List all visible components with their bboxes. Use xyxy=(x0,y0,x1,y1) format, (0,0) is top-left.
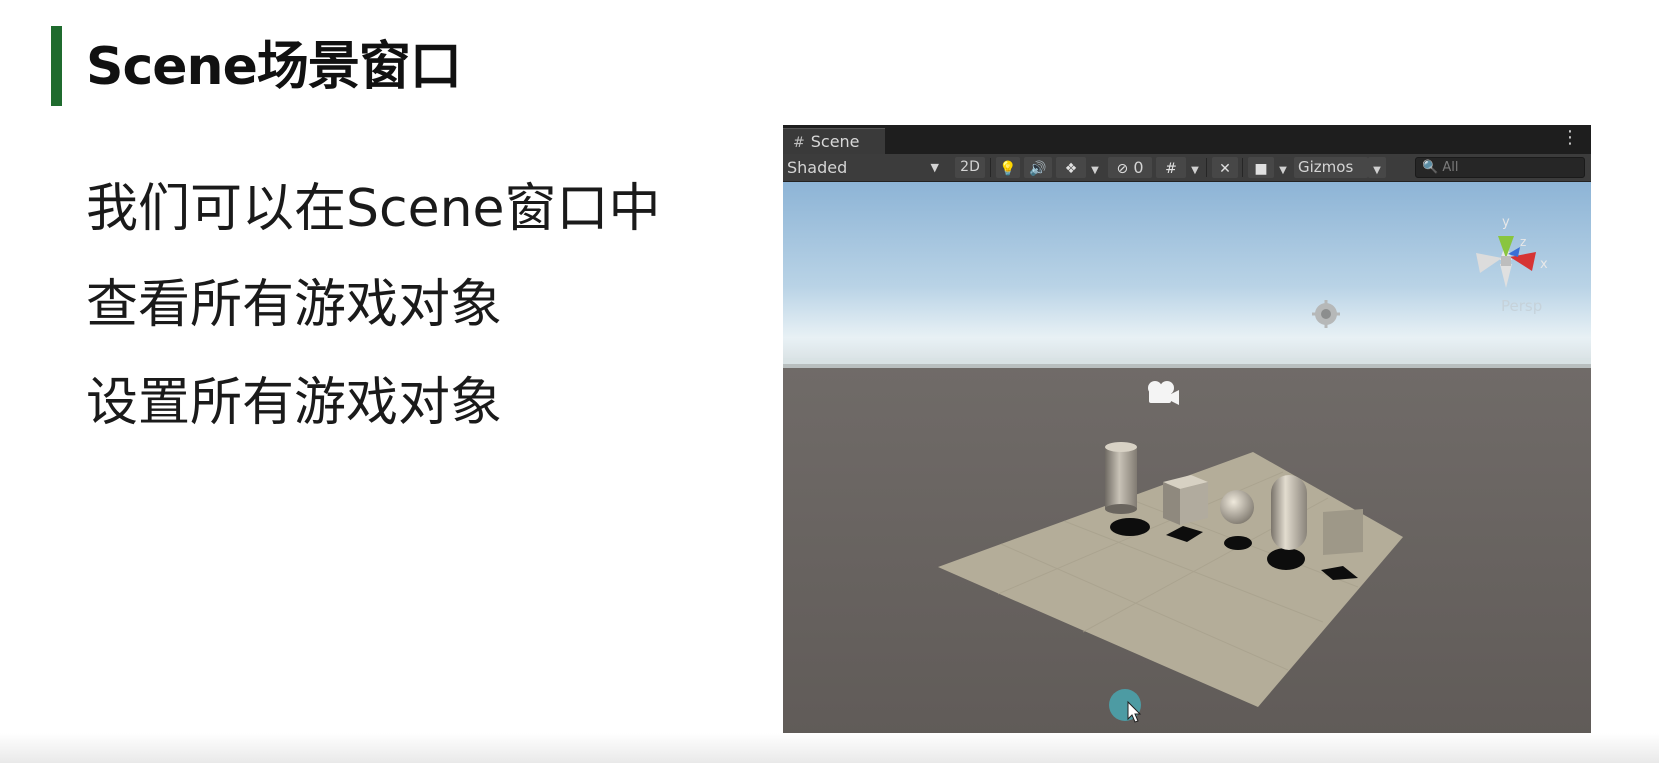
bullet-3: 设置所有游戏对象 xyxy=(86,373,503,433)
kebab-menu-icon[interactable]: ⋮ xyxy=(1561,128,1579,148)
effects-dropdown[interactable]: ▼ xyxy=(1088,157,1102,178)
hidden-count: 0 xyxy=(1133,158,1144,177)
effects-icon: ❖ xyxy=(1064,161,1078,177)
chevron-down-icon: ▼ xyxy=(930,161,939,174)
title-accent-bar xyxy=(51,26,62,106)
scene-window: # Scene ⋮ Shaded ▼ 2D 💡 🔊 ❖ ▼ ⊘ 0 # ▼ ✕ ■… xyxy=(783,125,1591,763)
scene-viewport[interactable]: y x z Persp xyxy=(783,182,1591,763)
toolbar-divider xyxy=(1242,158,1243,177)
quad-object xyxy=(1323,509,1363,555)
camera-settings-button[interactable]: ■ xyxy=(1248,157,1274,178)
tools-toggle[interactable]: ✕ xyxy=(1212,157,1238,178)
grid-dropdown[interactable]: ▼ xyxy=(1188,157,1202,178)
toolbar-divider xyxy=(1206,158,1207,177)
cylinder-object xyxy=(1105,442,1137,514)
visibility-icon: ⊘ xyxy=(1116,161,1129,177)
chevron-down-icon: ▼ xyxy=(1091,165,1099,176)
gizmos-dropdown[interactable]: ▼ xyxy=(1368,157,1386,178)
draw-mode-label: Shaded xyxy=(787,158,848,177)
axis-z-label: z xyxy=(1520,235,1526,249)
lighting-toggle[interactable]: 💡 xyxy=(996,157,1020,178)
chevron-down-icon: ▼ xyxy=(1279,165,1287,176)
cube-object xyxy=(1163,475,1208,525)
axis-y-label: y xyxy=(1502,215,1510,230)
axis-x-label: x xyxy=(1540,257,1548,272)
slide-title: Scene场景窗口 xyxy=(86,37,462,97)
bullet-2: 查看所有游戏对象 xyxy=(86,275,503,335)
audio-icon: 🔊 xyxy=(1029,161,1047,177)
effects-toggle[interactable]: ❖ xyxy=(1056,157,1086,178)
grid-snap-icon: # xyxy=(1165,161,1177,177)
camera-dropdown[interactable]: ▼ xyxy=(1276,157,1290,178)
hidden-objects-toggle[interactable]: ⊘ 0 xyxy=(1108,157,1152,178)
sphere-object xyxy=(1220,490,1254,524)
audio-toggle[interactable]: 🔊 xyxy=(1024,157,1052,178)
gizmos-button[interactable]: Gizmos xyxy=(1294,157,1368,178)
toolbar-divider xyxy=(990,158,991,177)
slide-bottom-shade xyxy=(0,733,1659,763)
capsule-object xyxy=(1271,475,1307,550)
search-placeholder: All xyxy=(1442,160,1459,175)
grid-icon: # xyxy=(793,135,805,151)
projection-label[interactable]: Persp xyxy=(1501,297,1542,315)
lighting-icon: 💡 xyxy=(999,161,1017,177)
scene-tab[interactable]: # Scene xyxy=(783,128,885,154)
grid-toggle[interactable]: # xyxy=(1156,157,1186,178)
chevron-down-icon: ▼ xyxy=(1373,165,1381,176)
search-icon: 🔍 xyxy=(1422,160,1439,175)
scene-toolbar: Shaded ▼ 2D 💡 🔊 ❖ ▼ ⊘ 0 # ▼ ✕ ■ ▼ Gizmos… xyxy=(783,154,1591,182)
chevron-down-icon: ▼ xyxy=(1191,165,1199,176)
search-input[interactable]: 🔍 All xyxy=(1415,157,1585,178)
tools-icon: ✕ xyxy=(1219,161,1231,177)
draw-mode-dropdown[interactable]: Shaded ▼ xyxy=(787,157,945,178)
camera-icon: ■ xyxy=(1254,161,1268,177)
scene-render: y x z xyxy=(783,182,1591,763)
scene-tab-label: Scene xyxy=(810,132,860,151)
toggle-2d-button[interactable]: 2D xyxy=(955,157,985,178)
bullet-1: 我们可以在Scene窗口中 xyxy=(86,179,661,239)
scene-tab-bar: # Scene ⋮ xyxy=(783,125,1591,154)
